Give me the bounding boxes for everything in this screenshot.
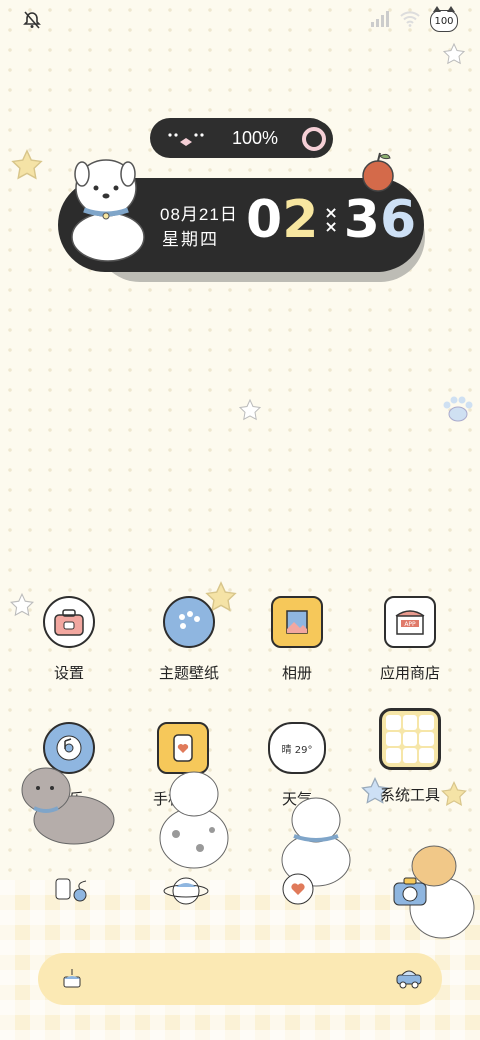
app-system-tools-folder[interactable]: 系统工具 xyxy=(355,708,465,805)
cake-icon xyxy=(63,969,81,988)
battery-text: 100 xyxy=(434,15,454,27)
cat-face-icon xyxy=(168,133,204,146)
battery-percent: 100% xyxy=(232,128,279,148)
time-minute-digit-2: 6 xyxy=(379,190,417,250)
heart-car-icon xyxy=(282,873,314,905)
signal-icon xyxy=(370,11,390,31)
phone-cat-icon xyxy=(55,878,87,902)
dock-bar xyxy=(38,953,442,1005)
planet-cat-icon xyxy=(163,877,209,905)
star-icon xyxy=(11,149,43,180)
apple-icon xyxy=(362,152,394,192)
weather-text: 晴 29° xyxy=(281,744,313,756)
app-settings[interactable]: 设置 xyxy=(14,596,124,683)
time-separator: × × xyxy=(324,203,338,236)
svg-text:APP: APP xyxy=(404,621,416,628)
dock-app-4[interactable] xyxy=(380,866,440,916)
battery-icon: 100 xyxy=(430,6,458,32)
app-label: 系统工具 xyxy=(379,786,440,804)
widget-time: 0 2 × × 3 6 xyxy=(246,190,416,250)
app-store[interactable]: APP 应用商店 xyxy=(355,596,465,683)
app-label: 应用商店 xyxy=(379,664,440,682)
time-minute-digit-1: 3 xyxy=(343,190,380,250)
app-label: 主题壁纸 xyxy=(158,664,219,682)
paw-print-icon xyxy=(443,396,473,422)
status-bar: 100 xyxy=(0,0,480,40)
palette-cat-icon xyxy=(163,596,215,648)
star-icon xyxy=(442,42,466,65)
app-label: 相册 xyxy=(281,664,312,682)
store-icon: APP xyxy=(384,596,436,648)
weather-cloud-icon: 晴 29° xyxy=(268,722,326,774)
app-label: 设置 xyxy=(53,664,84,682)
ring-icon xyxy=(295,120,333,158)
camera-cat-icon xyxy=(393,877,427,906)
dock-app-1[interactable] xyxy=(44,866,104,916)
photo-frame-cat-icon xyxy=(271,596,323,648)
dock-app-2[interactable] xyxy=(156,866,216,916)
toolbox-cat-icon xyxy=(43,596,95,648)
mute-bell-icon xyxy=(22,10,42,34)
widget-weekday: 星期四 xyxy=(162,230,219,250)
time-hour-digit-1: 0 xyxy=(246,190,283,250)
widget-date: 08月21日 xyxy=(160,205,238,224)
app-gallery[interactable]: 相册 xyxy=(242,596,352,683)
time-hour-digit-2: 2 xyxy=(282,190,319,250)
app-theme-wallpaper[interactable]: 主题壁纸 xyxy=(134,596,244,683)
gray-dog-icon xyxy=(21,767,115,845)
dalmatian-dog-icon xyxy=(159,771,229,869)
car-icon xyxy=(396,970,422,989)
star-icon xyxy=(238,398,262,421)
white-dog-icon xyxy=(71,159,145,262)
dock-app-3[interactable] xyxy=(268,866,328,916)
wifi-icon xyxy=(400,11,420,31)
system-tools-folder-icon xyxy=(379,708,441,770)
